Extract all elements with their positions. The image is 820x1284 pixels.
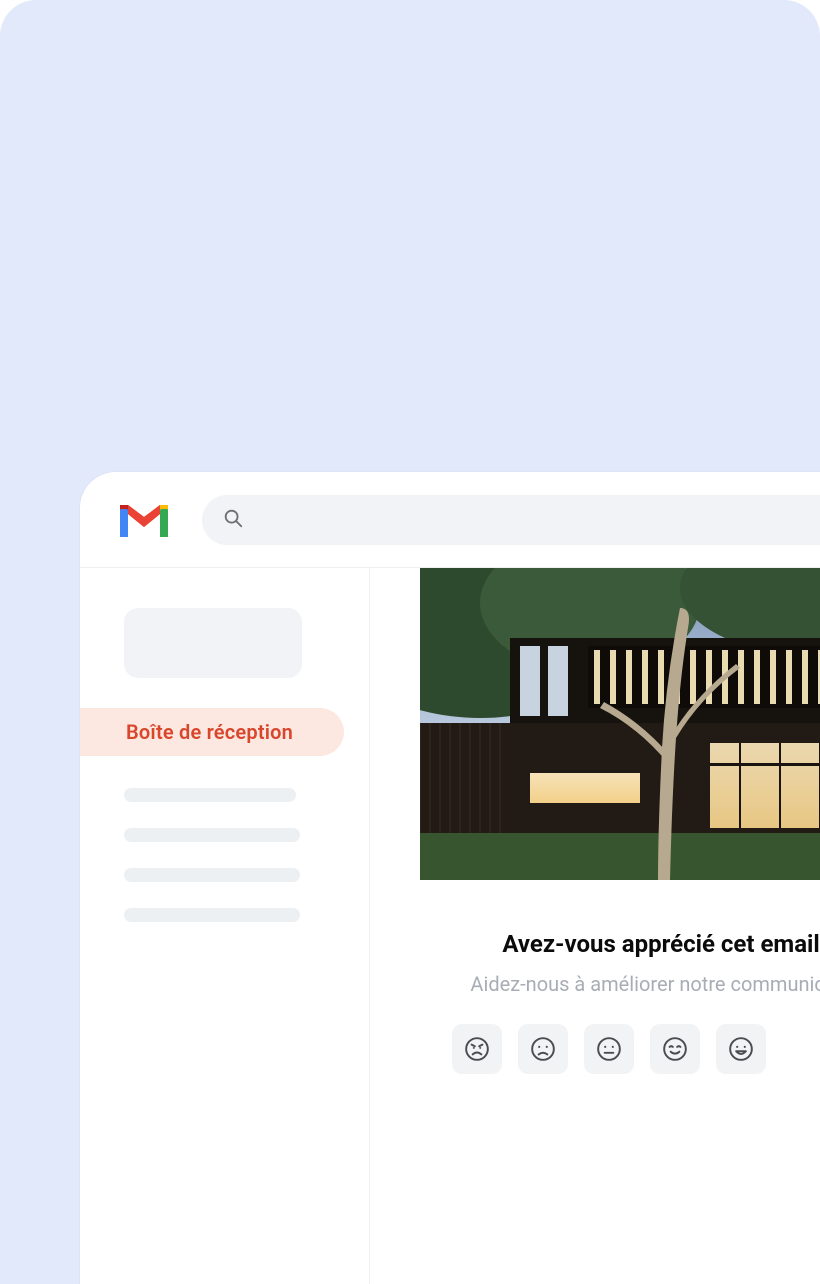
rating-good-button[interactable] — [650, 1024, 700, 1074]
page-background: Boîte de réception — [0, 0, 820, 1284]
sidebar-item-placeholder[interactable] — [124, 908, 300, 922]
search-bar[interactable] — [202, 495, 820, 545]
rating-neutral-button[interactable] — [584, 1024, 634, 1074]
face-angry-icon — [464, 1036, 490, 1062]
email-hero-image — [420, 568, 820, 880]
compose-button-placeholder[interactable] — [124, 608, 302, 678]
face-happy-icon — [662, 1036, 688, 1062]
face-neutral-icon — [596, 1036, 622, 1062]
search-input[interactable] — [258, 509, 820, 530]
face-sad-icon — [530, 1036, 556, 1062]
sidebar-item-placeholder[interactable] — [124, 868, 300, 882]
email-pane: Avez-vous apprécié cet email ? Aidez-nou… — [370, 568, 820, 1284]
sidebar-item-placeholder[interactable] — [124, 788, 296, 802]
gmail-logo-icon — [116, 499, 172, 541]
sidebar-item-label: Boîte de réception — [126, 720, 293, 744]
sidebar-item-placeholder[interactable] — [124, 828, 300, 842]
rating-very-good-button[interactable] — [716, 1024, 766, 1074]
sidebar: Boîte de réception — [80, 568, 370, 1284]
sidebar-item-inbox[interactable]: Boîte de réception — [80, 708, 344, 756]
face-grin-icon — [728, 1036, 754, 1062]
email-content: Avez-vous apprécié cet email ? Aidez-nou… — [420, 880, 820, 1074]
feedback-face-row — [420, 1024, 820, 1074]
sidebar-placeholder-items — [80, 788, 369, 922]
sidebar-nav: Boîte de réception — [80, 708, 369, 922]
rating-bad-button[interactable] — [518, 1024, 568, 1074]
search-icon — [222, 507, 244, 533]
feedback-question-subtitle: Aidez-nous à améliorer notre communicati… — [420, 972, 820, 996]
mail-app-window: Boîte de réception — [80, 472, 820, 1284]
topbar — [80, 472, 820, 568]
feedback-question-title: Avez-vous apprécié cet email ? — [420, 930, 820, 958]
email-card: Avez-vous apprécié cet email ? Aidez-nou… — [420, 568, 820, 1074]
rating-very-bad-button[interactable] — [452, 1024, 502, 1074]
app-body: Boîte de réception — [80, 568, 820, 1284]
